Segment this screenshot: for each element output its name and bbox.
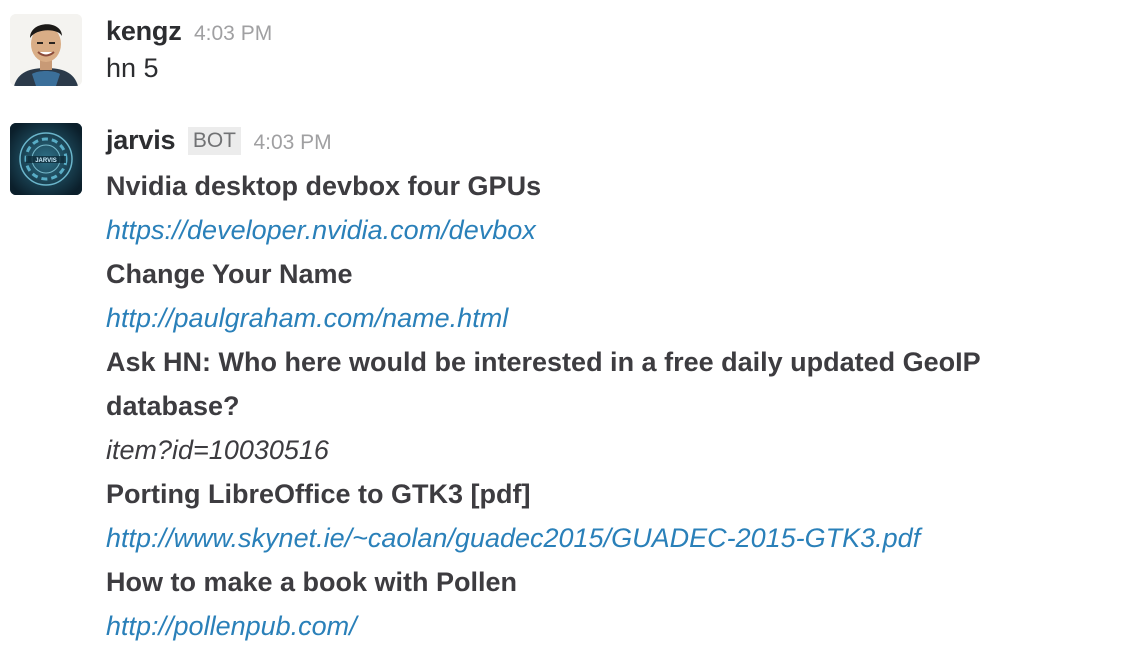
story-link[interactable]: http://www.skynet.ie/~caolan/guadec2015/…: [106, 516, 1124, 560]
story-title: Porting LibreOffice to GTK3 [pdf]: [106, 479, 531, 509]
message-timestamp[interactable]: 4:03 PM: [194, 22, 272, 45]
story-title-continued: database?: [106, 391, 240, 421]
story-title: Change Your Name: [106, 259, 353, 289]
story-link[interactable]: item?id=10030516: [106, 428, 1124, 472]
message-timestamp[interactable]: 4:03 PM: [253, 131, 331, 154]
story-link[interactable]: https://developer.nvidia.com/devbox: [106, 208, 1124, 252]
user-avatar-kengz[interactable]: [10, 14, 82, 86]
story-link[interactable]: http://pollenpub.com/: [106, 604, 1124, 648]
bot-badge: BOT: [187, 127, 241, 155]
jarvis-logo-icon: JARVIS: [10, 123, 82, 195]
message-text: hn 5: [106, 53, 159, 83]
story-title: How to make a book with Pollen: [106, 567, 518, 597]
story-title: Ask HN: Who here would be interested in …: [106, 347, 981, 377]
username-jarvis[interactable]: jarvis: [106, 125, 176, 155]
jarvis-logo-text: JARVIS: [35, 158, 57, 164]
message-body: Nvidia desktop devbox four GPUs https://…: [106, 164, 1124, 648]
story-link[interactable]: http://paulgraham.com/name.html: [106, 296, 1124, 340]
person-avatar-icon: [10, 14, 82, 86]
story-title: Nvidia desktop devbox four GPUs: [106, 171, 542, 201]
bot-avatar-jarvis[interactable]: JARVIS: [10, 123, 82, 195]
